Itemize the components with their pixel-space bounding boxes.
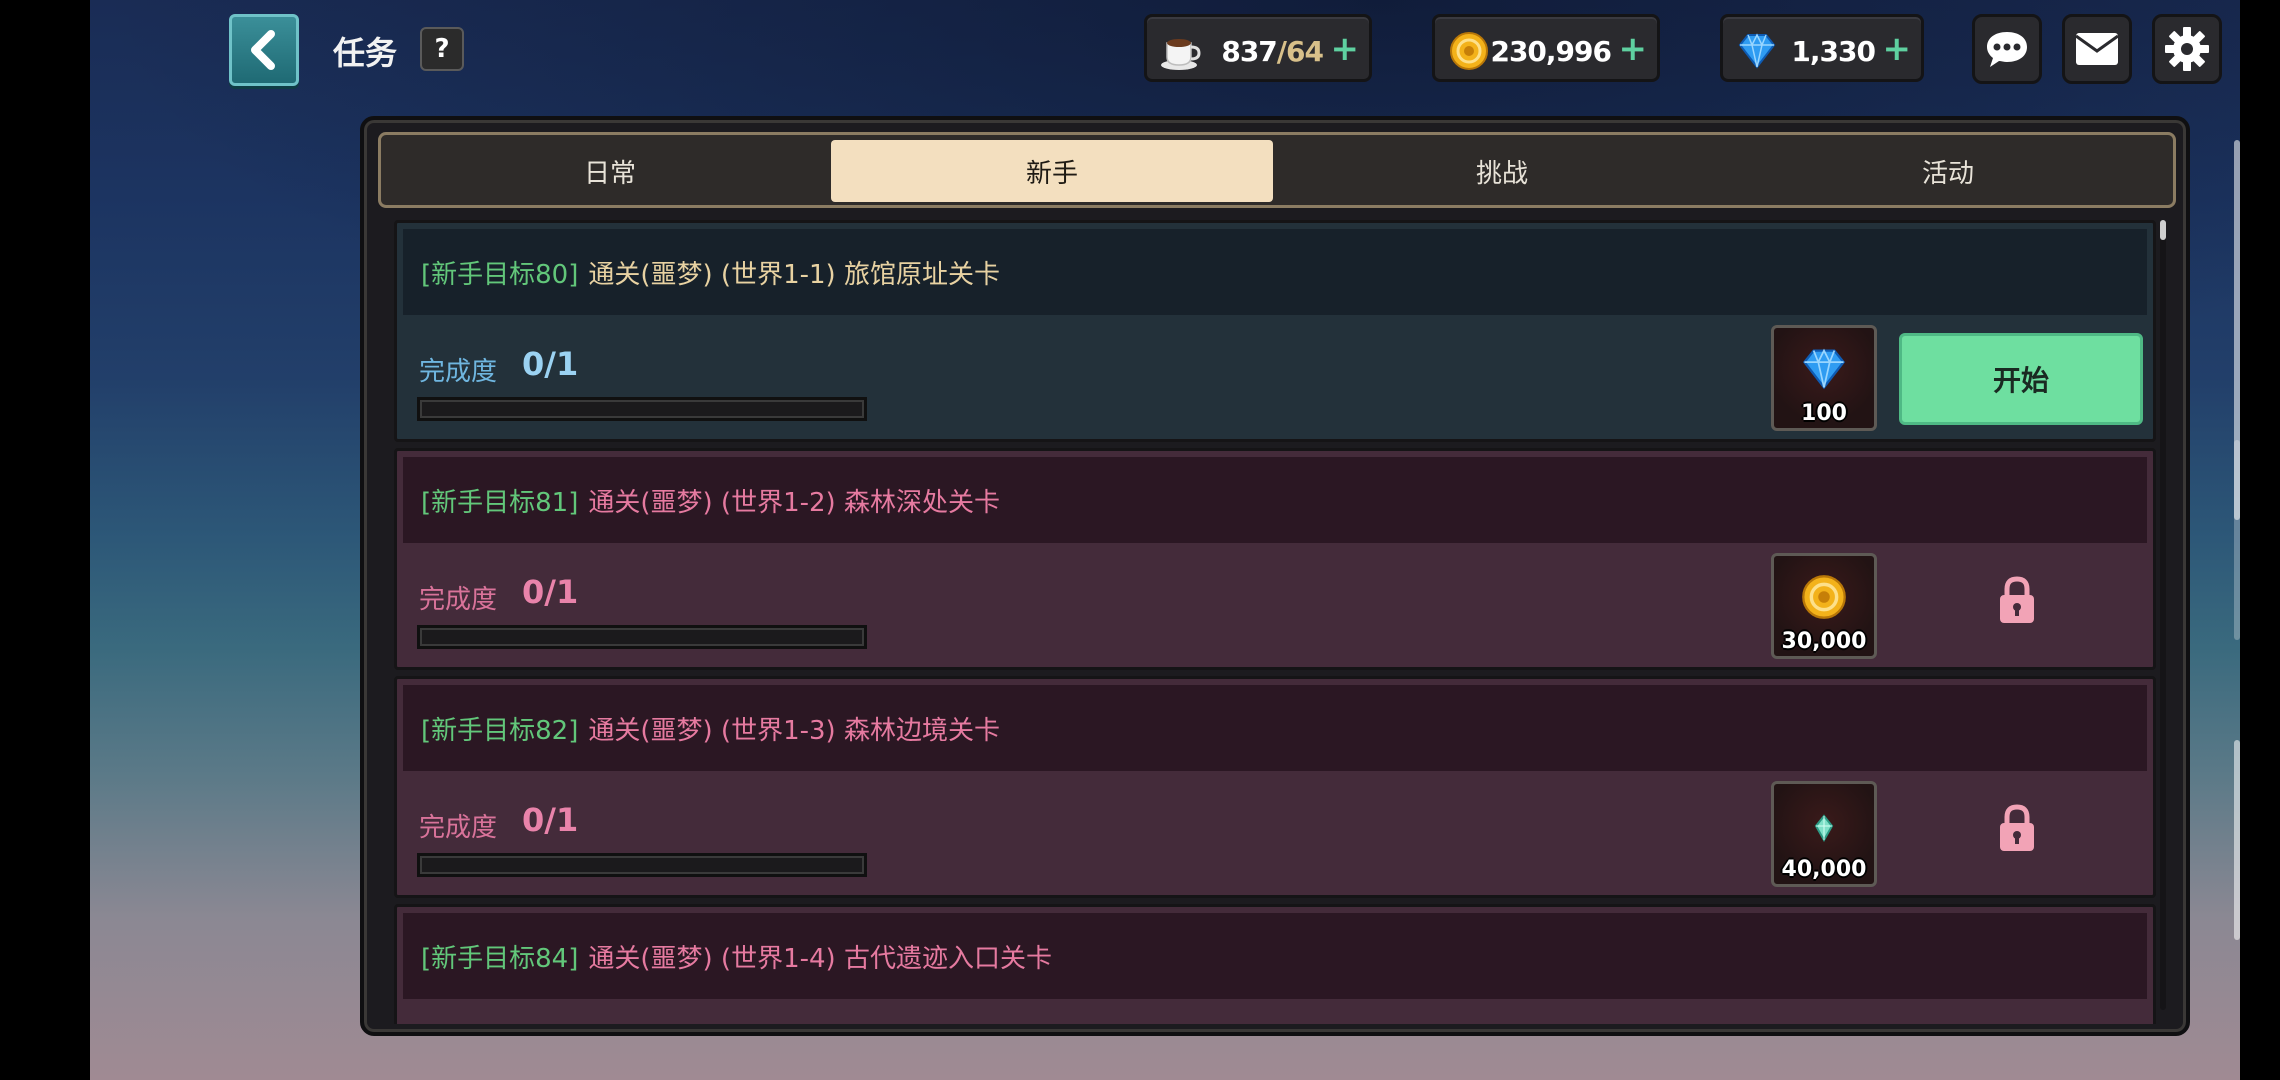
quest-card: [新手目标80] 通关(噩梦) (世界1-1) 旅馆原址关卡 完成度 0/1 1… <box>394 220 2156 442</box>
stamina-counter[interactable]: 837/64 + <box>1144 14 1372 82</box>
lock-icon <box>1997 803 2037 857</box>
lock-icon <box>1997 575 2037 629</box>
progress-value: 0/1 <box>522 345 579 383</box>
stamina-value: 837/64 <box>1221 35 1324 68</box>
quest-header: [新手目标82] 通关(噩梦) (世界1-3) 森林边境关卡 <box>403 685 2147 771</box>
quest-list[interactable]: [新手目标80] 通关(噩梦) (世界1-1) 旅馆原址关卡 完成度 0/1 1… <box>394 220 2156 1024</box>
start-button[interactable]: 开始 <box>1899 333 2143 425</box>
blue-gem-icon <box>1774 346 1874 392</box>
gem-counter[interactable]: 1,330 + <box>1720 14 1924 82</box>
coffee-cup-icon <box>1159 29 1203 73</box>
quest-tag: [新手目标80] <box>421 259 579 290</box>
mail-button[interactable] <box>2062 14 2132 84</box>
quest-card: [新手目标81] 通关(噩梦) (世界1-2) 森林深处关卡 完成度 0/1 3… <box>394 448 2156 670</box>
quest-name: 通关(噩梦) (世界1-1) 旅馆原址关卡 <box>588 259 1000 290</box>
reward-amount: 40,000 <box>1781 857 1867 882</box>
gem-value: 1,330 <box>1791 35 1876 68</box>
tab-daily[interactable]: 日常 <box>389 140 831 202</box>
chat-bubble-icon <box>1987 32 2027 67</box>
reward-amount: 30,000 <box>1781 629 1867 654</box>
help-button[interactable]: ? <box>420 27 464 71</box>
add-stamina-button[interactable]: + <box>1331 31 1360 67</box>
edge-scroll-strip <box>2234 440 2240 640</box>
progress-value: 0/1 <box>522 573 579 611</box>
gold-coin-icon <box>1447 29 1491 73</box>
quest-name: 通关(噩梦) (世界1-2) 森林深处关卡 <box>588 487 1000 518</box>
add-gems-button[interactable]: + <box>1883 31 1912 67</box>
quest-name: 通关(噩梦) (世界1-3) 森林边境关卡 <box>588 715 1000 746</box>
quest-header: [新手目标84] 通关(噩梦) (世界1-4) 古代遗迹入口关卡 <box>403 913 2147 999</box>
gold-counter[interactable]: 230,996 + <box>1432 14 1660 82</box>
green-crystal-icon <box>1774 814 1874 842</box>
quest-tabs: 日常 新手 挑战 活动 <box>378 132 2176 208</box>
quest-header: [新手目标81] 通关(噩梦) (世界1-2) 森林深处关卡 <box>403 457 2147 543</box>
game-background: 任务 ? 837/64 + 230,996 + 1,330 + 日常 新手 挑战… <box>90 0 2240 1080</box>
progress-bar <box>417 853 867 877</box>
list-scrollbar[interactable] <box>2160 220 2166 1010</box>
page-title: 任务 <box>333 34 398 72</box>
blue-gem-icon <box>1735 29 1779 73</box>
progress-label: 完成度 <box>419 585 498 615</box>
tab-challenge[interactable]: 挑战 <box>1281 140 1723 202</box>
progress-label: 完成度 <box>419 357 498 387</box>
envelope-icon <box>2075 33 2119 65</box>
quest-header: [新手目标80] 通关(噩梦) (世界1-1) 旅馆原址关卡 <box>403 229 2147 315</box>
progress-label: 完成度 <box>419 813 498 843</box>
reward-slot[interactable]: 30,000 <box>1771 553 1877 659</box>
gold-coin-icon <box>1774 574 1874 620</box>
quest-tag: [新手目标81] <box>421 487 579 518</box>
reward-slot[interactable]: 40,000 <box>1771 781 1877 887</box>
gear-icon <box>2165 27 2209 71</box>
quest-name: 通关(噩梦) (世界1-4) 古代遗迹入口关卡 <box>588 943 1052 974</box>
progress-bar <box>417 625 867 649</box>
reward-amount: 100 <box>1801 401 1847 426</box>
quest-panel: 日常 新手 挑战 活动 [新手目标80] 通关(噩梦) (世界1-1) 旅馆原址… <box>360 116 2190 1036</box>
tab-beginner[interactable]: 新手 <box>831 140 1273 202</box>
edge-scroll-strip <box>2234 740 2240 940</box>
progress-bar <box>417 397 867 421</box>
progress-value: 0/1 <box>522 801 579 839</box>
quest-tag: [新手目标82] <box>421 715 579 746</box>
gold-value: 230,996 <box>1490 35 1612 68</box>
chevron-left-icon <box>251 30 275 70</box>
reward-slot[interactable]: 100 <box>1771 325 1877 431</box>
quest-card: [新手目标82] 通关(噩梦) (世界1-3) 森林边境关卡 完成度 0/1 4… <box>394 676 2156 898</box>
list-scrollbar-thumb[interactable] <box>2160 220 2166 240</box>
tab-event[interactable]: 活动 <box>1727 140 2169 202</box>
back-button[interactable] <box>229 14 299 86</box>
chat-button[interactable] <box>1972 14 2042 84</box>
add-gold-button[interactable]: + <box>1619 31 1648 67</box>
settings-button[interactable] <box>2152 14 2222 84</box>
quest-tag: [新手目标84] <box>421 943 579 974</box>
quest-card: [新手目标84] 通关(噩梦) (世界1-4) 古代遗迹入口关卡 <box>394 904 2156 1024</box>
